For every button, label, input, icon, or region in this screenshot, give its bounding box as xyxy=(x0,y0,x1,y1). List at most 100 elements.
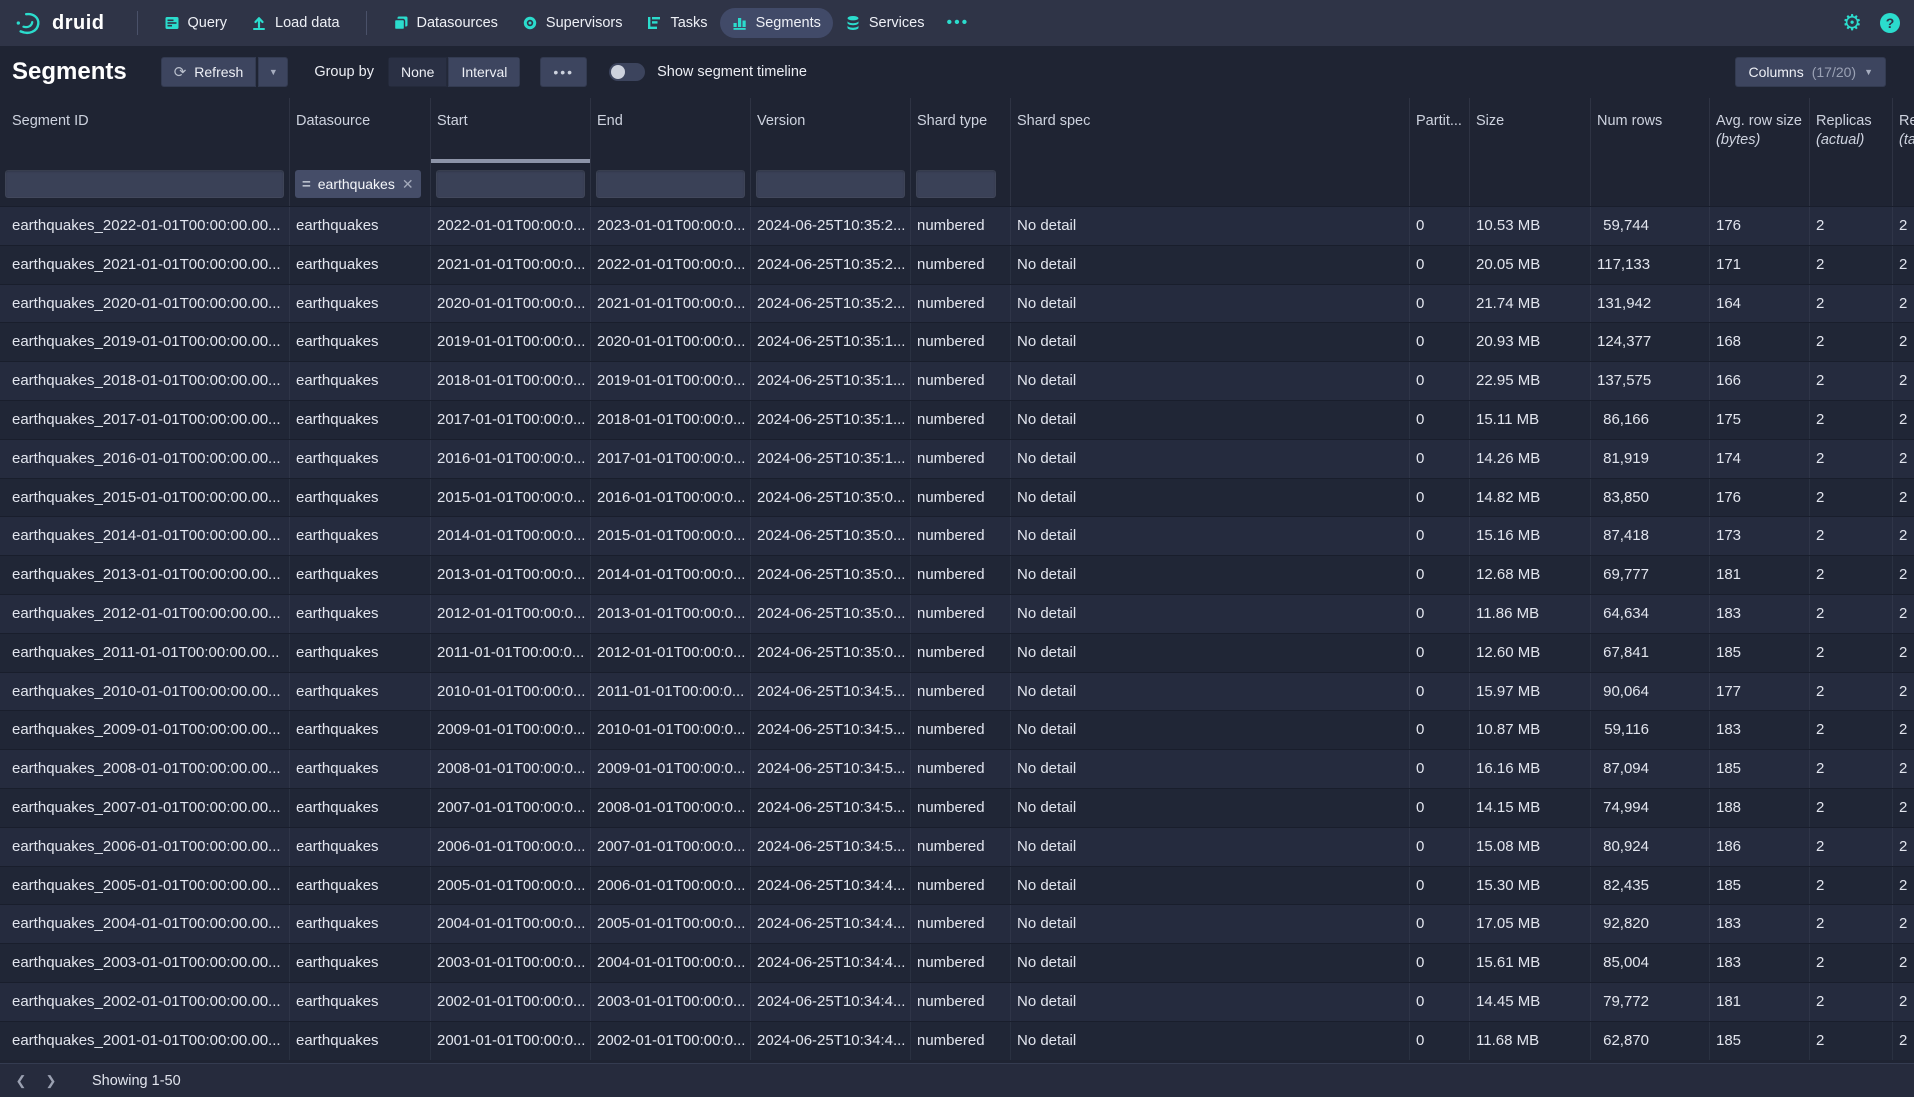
nav-item-datasources[interactable]: Datasources xyxy=(381,8,510,38)
nav-item-segments[interactable]: Segments xyxy=(720,8,833,38)
query-icon xyxy=(164,15,180,31)
more-options-button[interactable]: ••• xyxy=(540,57,587,87)
nav-item-supervisors[interactable]: Supervisors xyxy=(510,8,635,38)
cell-avg_row_size: 185 xyxy=(1710,867,1810,905)
group-by-none-button[interactable]: None xyxy=(388,57,448,87)
table-row[interactable]: earthquakes_2022-01-01T00:00:00.00...ear… xyxy=(0,206,1914,245)
cell-end: 2021-01-01T00:00:0... xyxy=(591,285,751,323)
previous-page-button[interactable]: ❮ xyxy=(6,1067,36,1095)
cell-version: 2024-06-25T10:35:0... xyxy=(751,595,911,633)
cell-replication_factor: 2 xyxy=(1893,362,1914,400)
table-row[interactable]: earthquakes_2015-01-01T00:00:00.00...ear… xyxy=(0,478,1914,517)
cell-size: 10.53 MB xyxy=(1470,207,1591,245)
column-header-partition[interactable]: Partit... xyxy=(1410,98,1470,163)
group-by-interval-button[interactable]: Interval xyxy=(448,57,520,87)
cell-replication_factor: 2 xyxy=(1893,750,1914,788)
filter-input-start[interactable] xyxy=(436,170,585,198)
table-row[interactable]: earthquakes_2009-01-01T00:00:00.00...ear… xyxy=(0,710,1914,749)
cell-replication_factor: 2 xyxy=(1893,944,1914,982)
column-header-version[interactable]: Version xyxy=(751,98,911,163)
table-row[interactable]: earthquakes_2004-01-01T00:00:00.00...ear… xyxy=(0,904,1914,943)
cell-num_rows: 74,994 xyxy=(1591,789,1710,827)
table-row[interactable]: earthquakes_2018-01-01T00:00:00.00...ear… xyxy=(0,361,1914,400)
filter-input-segment_id[interactable] xyxy=(5,170,284,198)
nav-item-services[interactable]: Services xyxy=(833,8,937,38)
table-row[interactable]: earthquakes_2010-01-01T00:00:00.00...ear… xyxy=(0,672,1914,711)
column-header-segment_id[interactable]: Segment ID xyxy=(0,98,290,163)
table-row[interactable]: earthquakes_2012-01-01T00:00:00.00...ear… xyxy=(0,594,1914,633)
remove-filter-icon[interactable]: ✕ xyxy=(402,176,414,193)
refresh-caret-button[interactable]: ▼ xyxy=(258,57,288,87)
nav-item-tasks[interactable]: Tasks xyxy=(634,8,719,38)
cell-version: 2024-06-25T10:34:5... xyxy=(751,673,911,711)
cell-replicas: 2 xyxy=(1810,479,1893,517)
cell-replicas: 2 xyxy=(1810,517,1893,555)
table-row[interactable]: earthquakes_2020-01-01T00:00:00.00...ear… xyxy=(0,284,1914,323)
toggle-knob xyxy=(611,65,625,79)
table-row[interactable]: earthquakes_2017-01-01T00:00:00.00...ear… xyxy=(0,400,1914,439)
cell-shard_type: numbered xyxy=(911,207,1011,245)
group-by-label: Group by xyxy=(314,64,374,80)
table-row[interactable]: earthquakes_2008-01-01T00:00:00.00...ear… xyxy=(0,749,1914,788)
cell-end: 2012-01-01T00:00:0... xyxy=(591,634,751,672)
column-header-avg_row_size[interactable]: Avg. row size(bytes) xyxy=(1710,98,1810,163)
table-row[interactable]: earthquakes_2002-01-01T00:00:00.00...ear… xyxy=(0,982,1914,1021)
refresh-button[interactable]: ⟳ Refresh xyxy=(161,57,257,87)
table-row[interactable]: earthquakes_2006-01-01T00:00:00.00...ear… xyxy=(0,827,1914,866)
table-row[interactable]: earthquakes_2001-01-01T00:00:00.00...ear… xyxy=(0,1021,1914,1060)
filter-input-shard_type[interactable] xyxy=(916,170,996,198)
nav-item-query[interactable]: Query xyxy=(152,8,240,38)
cell-avg_row_size: 186 xyxy=(1710,828,1810,866)
datasource-filter-tag[interactable]: =earthquakes✕ xyxy=(295,170,421,198)
table-row[interactable]: earthquakes_2007-01-01T00:00:00.00...ear… xyxy=(0,788,1914,827)
cell-datasource: earthquakes xyxy=(290,867,431,905)
filter-input-end[interactable] xyxy=(596,170,745,198)
cell-start: 2010-01-01T00:00:0... xyxy=(431,673,591,711)
cell-replication_factor: 2 xyxy=(1893,246,1914,284)
table-row[interactable]: earthquakes_2011-01-01T00:00:00.00...ear… xyxy=(0,633,1914,672)
column-header-shard_spec[interactable]: Shard spec xyxy=(1011,98,1410,163)
table-row[interactable]: earthquakes_2016-01-01T00:00:00.00...ear… xyxy=(0,439,1914,478)
cell-replicas: 2 xyxy=(1810,440,1893,478)
cell-version: 2024-06-25T10:35:2... xyxy=(751,246,911,284)
column-header-end[interactable]: End xyxy=(591,98,751,163)
column-header-start[interactable]: Start xyxy=(431,98,591,163)
column-header-num_rows[interactable]: Num rows xyxy=(1591,98,1710,163)
cell-start: 2016-01-01T00:00:0... xyxy=(431,440,591,478)
table-row[interactable]: earthquakes_2014-01-01T00:00:00.00...ear… xyxy=(0,516,1914,555)
column-header-replicas[interactable]: Replicas(actual) xyxy=(1810,98,1893,163)
cell-start: 2018-01-01T00:00:0... xyxy=(431,362,591,400)
table-row[interactable]: earthquakes_2003-01-01T00:00:00.00...ear… xyxy=(0,943,1914,982)
cell-num_rows: 124,377 xyxy=(1591,323,1710,361)
cell-start: 2020-01-01T00:00:0... xyxy=(431,285,591,323)
druid-logo[interactable]: druid xyxy=(14,10,105,36)
cell-num_rows: 92,820 xyxy=(1591,905,1710,943)
cell-avg_row_size: 183 xyxy=(1710,711,1810,749)
next-page-button[interactable]: ❯ xyxy=(36,1067,66,1095)
settings-gear-icon[interactable]: ⚙ xyxy=(1842,12,1862,34)
filter-cell-num_rows xyxy=(1591,163,1710,206)
column-header-size[interactable]: Size xyxy=(1470,98,1591,163)
nav-item-label: Supervisors xyxy=(546,15,623,31)
table-row[interactable]: earthquakes_2021-01-01T00:00:00.00...ear… xyxy=(0,245,1914,284)
nav-more-button[interactable]: ••• xyxy=(936,7,979,39)
column-header-datasource[interactable]: Datasource xyxy=(290,98,431,163)
table-row[interactable]: earthquakes_2005-01-01T00:00:00.00...ear… xyxy=(0,866,1914,905)
cell-replication_factor: 2 xyxy=(1893,789,1914,827)
column-header-shard_type[interactable]: Shard type xyxy=(911,98,1011,163)
table-row[interactable]: earthquakes_2019-01-01T00:00:00.00...ear… xyxy=(0,322,1914,361)
columns-button[interactable]: Columns (17/20) ▼ xyxy=(1735,57,1886,87)
segment-timeline-toggle[interactable] xyxy=(609,63,645,81)
filter-input-version[interactable] xyxy=(756,170,905,198)
table-row[interactable]: earthquakes_2013-01-01T00:00:00.00...ear… xyxy=(0,555,1914,594)
cell-replicas: 2 xyxy=(1810,750,1893,788)
cell-datasource: earthquakes xyxy=(290,983,431,1021)
filter-cell-shard_type xyxy=(911,163,1011,206)
nav-item-load-data[interactable]: Load data xyxy=(239,8,352,38)
cell-datasource: earthquakes xyxy=(290,750,431,788)
cell-segment_id: earthquakes_2003-01-01T00:00:00.00... xyxy=(0,944,290,982)
cell-shard_spec: No detail xyxy=(1011,1022,1410,1060)
column-header-replication_factor[interactable]: Replication factor(target) xyxy=(1893,98,1914,163)
segments-table: Segment IDDatasourceStartEndVersionShard… xyxy=(0,98,1914,1060)
help-icon[interactable]: ? xyxy=(1880,13,1900,33)
